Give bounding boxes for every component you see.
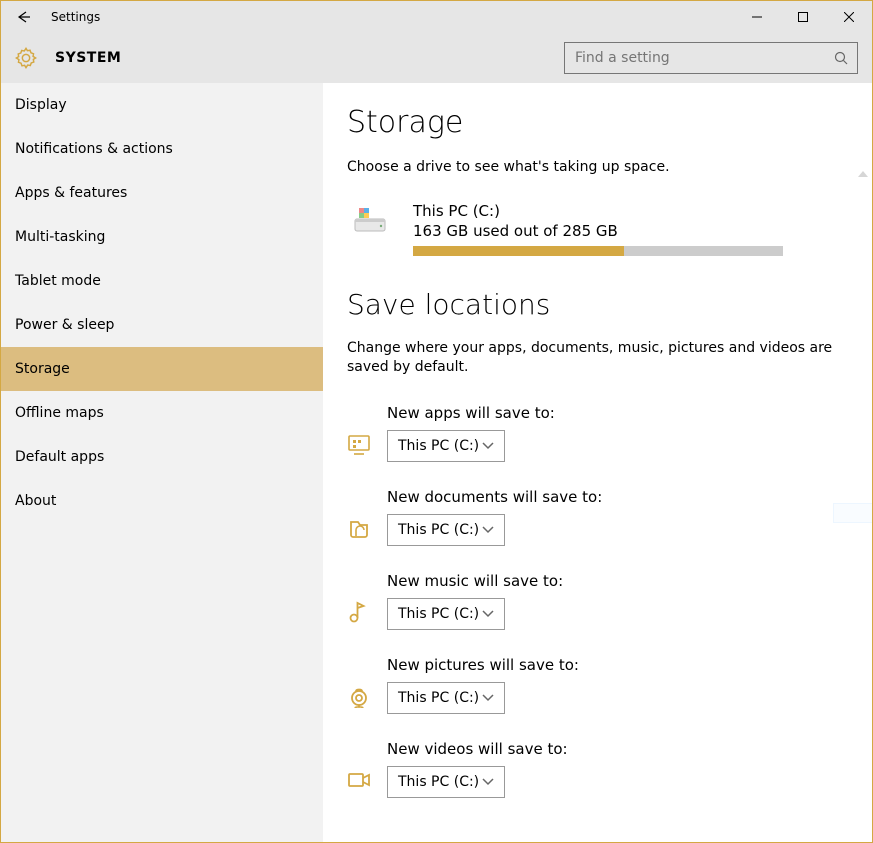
chevron-down-icon <box>482 524 494 536</box>
save-locations-heading: Save locations <box>347 288 848 321</box>
body: Display Notifications & actions Apps & f… <box>1 83 872 842</box>
sidebar: Display Notifications & actions Apps & f… <box>1 83 323 842</box>
search-box[interactable] <box>564 42 858 74</box>
drive-usage-text: 163 GB used out of 285 GB <box>413 222 848 240</box>
videos-location-dropdown[interactable]: This PC (C:) <box>387 766 505 798</box>
sidebar-item-offline-maps[interactable]: Offline maps <box>1 391 323 435</box>
maximize-icon <box>798 12 808 22</box>
setting-videos: New videos will save to: This PC (C:) <box>347 740 848 798</box>
drive-row[interactable]: This PC (C:) 163 GB used out of 285 GB <box>347 202 848 256</box>
back-button[interactable] <box>1 1 47 33</box>
dropdown-value: This PC (C:) <box>398 690 482 706</box>
minimize-icon <box>752 12 762 22</box>
setting-label: New apps will save to: <box>387 404 555 422</box>
setting-label: New videos will save to: <box>387 740 568 758</box>
pictures-location-dropdown[interactable]: This PC (C:) <box>387 682 505 714</box>
chevron-down-icon <box>482 440 494 452</box>
chevron-down-icon <box>482 692 494 704</box>
search-icon <box>825 51 857 65</box>
close-icon <box>844 12 854 22</box>
apps-icon <box>347 432 371 456</box>
window-snip-overlay: Window Snip <box>833 503 872 523</box>
page-title: Storage <box>347 105 848 140</box>
window-controls <box>734 1 872 33</box>
sidebar-item-notifications[interactable]: Notifications & actions <box>1 127 323 171</box>
close-button[interactable] <box>826 1 872 33</box>
apps-location-dropdown[interactable]: This PC (C:) <box>387 430 505 462</box>
scroll-up-caret-icon <box>858 171 868 177</box>
sidebar-item-about[interactable]: About <box>1 479 323 523</box>
content-pane[interactable]: Storage Choose a drive to see what's tak… <box>323 83 872 842</box>
titlebar-top: Settings <box>1 1 872 33</box>
music-location-dropdown[interactable]: This PC (C:) <box>387 598 505 630</box>
setting-pictures: New pictures will save to: This PC (C:) <box>347 656 848 714</box>
drive-usage-fill <box>413 246 624 256</box>
setting-label: New music will save to: <box>387 572 563 590</box>
setting-music: New music will save to: This PC (C:) <box>347 572 848 630</box>
dropdown-value: This PC (C:) <box>398 438 482 454</box>
setting-label: New documents will save to: <box>387 488 602 506</box>
minimize-button[interactable] <box>734 1 780 33</box>
titlebar: Settings SYSTEM <box>1 1 872 83</box>
drive-icon <box>353 204 391 238</box>
sidebar-item-apps-features[interactable]: Apps & features <box>1 171 323 215</box>
sidebar-item-tablet-mode[interactable]: Tablet mode <box>1 259 323 303</box>
search-input[interactable] <box>565 50 825 66</box>
drive-info: This PC (C:) 163 GB used out of 285 GB <box>413 202 848 256</box>
setting-apps: New apps will save to: This PC (C:) <box>347 404 848 462</box>
videos-icon <box>347 768 371 792</box>
setting-documents: New documents will save to: This PC (C:) <box>347 488 848 546</box>
save-location-settings: New apps will save to: This PC (C:) New … <box>347 404 848 798</box>
section-header: SYSTEM <box>55 50 121 66</box>
chevron-down-icon <box>482 776 494 788</box>
sidebar-item-display[interactable]: Display <box>1 83 323 127</box>
music-icon <box>347 600 371 624</box>
sidebar-item-default-apps[interactable]: Default apps <box>1 435 323 479</box>
pictures-icon <box>347 684 371 708</box>
maximize-button[interactable] <box>780 1 826 33</box>
titlebar-bottom: SYSTEM <box>1 33 872 82</box>
chevron-down-icon <box>482 608 494 620</box>
drive-name: This PC (C:) <box>413 202 848 220</box>
sidebar-item-power-sleep[interactable]: Power & sleep <box>1 303 323 347</box>
setting-label: New pictures will save to: <box>387 656 579 674</box>
documents-location-dropdown[interactable]: This PC (C:) <box>387 514 505 546</box>
dropdown-value: This PC (C:) <box>398 774 482 790</box>
documents-icon <box>347 516 371 540</box>
save-locations-description: Change where your apps, documents, music… <box>347 339 848 378</box>
sidebar-item-storage[interactable]: Storage <box>1 347 323 391</box>
sidebar-item-multitasking[interactable]: Multi-tasking <box>1 215 323 259</box>
dropdown-value: This PC (C:) <box>398 606 482 622</box>
gear-icon <box>13 45 39 71</box>
page-description: Choose a drive to see what's taking up s… <box>347 158 848 178</box>
drive-usage-bar <box>413 246 783 256</box>
dropdown-value: This PC (C:) <box>398 522 482 538</box>
back-arrow-icon <box>16 9 32 25</box>
app-title: Settings <box>51 10 100 24</box>
